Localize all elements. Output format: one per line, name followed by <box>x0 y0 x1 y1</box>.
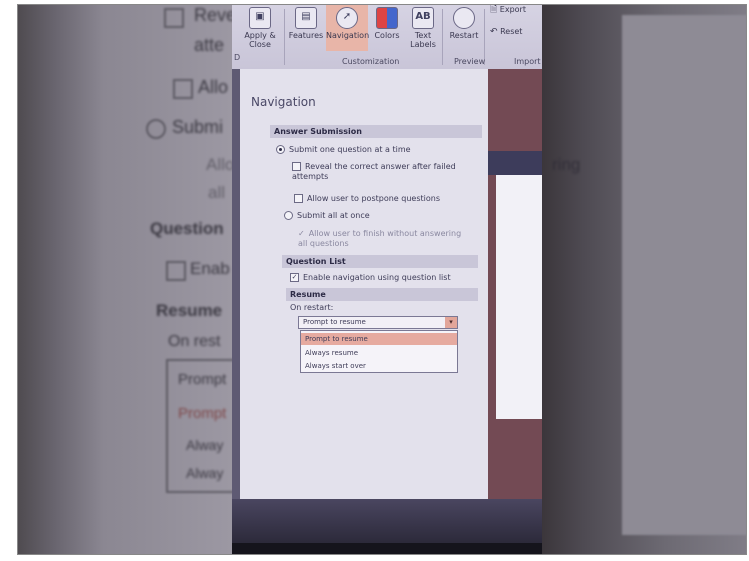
bg-text-prompt: Prompt <box>178 371 227 388</box>
apply-close-button[interactable]: ▣ Apply & Close <box>240 5 280 51</box>
save-icon: ▣ <box>249 7 271 29</box>
taskbar <box>232 543 542 554</box>
colors-label: Colors <box>374 31 400 40</box>
submit-all-option[interactable]: Submit all at once <box>284 211 370 220</box>
on-restart-options-list: Prompt to resume Always resume Always st… <box>300 330 458 373</box>
dropdown-option-prompt[interactable]: Prompt to resume <box>301 333 457 345</box>
reveal-correct-option[interactable]: Reveal the correct answer after failed a… <box>292 162 462 182</box>
bg-radio <box>146 119 166 139</box>
question-list-header: Question List <box>282 255 478 268</box>
reveal-correct-label: Reveal the correct answer after failed a… <box>292 162 456 181</box>
slide-preview-header <box>488 151 542 175</box>
bg-text-submit: Submi <box>172 117 224 137</box>
restart-button[interactable]: Restart <box>446 5 482 51</box>
bg-text-question: Question <box>150 219 224 238</box>
bg-text-enable: Enab <box>190 259 230 278</box>
ribbon-separator <box>442 9 443 65</box>
reset-button[interactable]: ↶ Reset <box>490 27 542 43</box>
apply-close-label: Apply & Close <box>244 31 276 49</box>
reset-icon: ↶ <box>490 27 498 37</box>
restart-icon <box>453 7 475 29</box>
ribbon-toolbar: ▣ Apply & Close ▤ Features ➚ Navigation … <box>232 5 542 69</box>
bg-text-all: all <box>208 183 226 202</box>
allow-postpone-option[interactable]: Allow user to postpone questions <box>294 194 440 203</box>
import-group-label: Import <box>514 57 541 66</box>
allow-postpone-label: Allow user to postpone questions <box>307 194 440 203</box>
on-restart-dropdown[interactable]: Prompt to resume ▾ <box>298 316 458 329</box>
bg-text-prompt-sel: Prompt <box>178 405 227 422</box>
bg-text-ring: ring <box>552 155 581 174</box>
dropdown-selected-value: Prompt to resume <box>303 318 366 326</box>
features-button[interactable]: ▤ Features <box>288 5 324 51</box>
export-label: Export <box>499 5 526 14</box>
panel-title: Navigation <box>251 95 316 109</box>
navigation-label: Navigation <box>326 31 370 40</box>
text-labels-button[interactable]: AB Text Labels <box>406 5 440 51</box>
export-icon: 🗎 <box>490 5 498 15</box>
export-button[interactable]: 🗎 Export <box>490 5 542 23</box>
bg-checkbox <box>164 8 184 28</box>
screenshot-frame: Reve atte Allo Submi Allo all Question E… <box>17 4 747 555</box>
restart-label: Restart <box>449 31 479 40</box>
bg-right-white-panel <box>622 15 746 535</box>
allow-postpone-checkbox[interactable] <box>294 194 303 203</box>
bg-text-always-2: Alway <box>186 465 224 481</box>
bg-text-allow-2: Allo <box>206 155 235 174</box>
preview-group-label: Preview <box>454 57 486 66</box>
text-labels-label: Text Labels <box>410 31 436 49</box>
bg-text-reveal: Reve <box>194 5 237 25</box>
colors-button[interactable]: Colors <box>370 5 404 51</box>
bg-text-on-restart: On rest <box>168 333 221 350</box>
chevron-down-icon[interactable]: ▾ <box>445 317 457 328</box>
submit-all-label: Submit all at once <box>297 211 370 220</box>
dropdown-option-always-resume[interactable]: Always resume <box>301 347 457 359</box>
focused-center-area: ▣ Apply & Close ▤ Features ➚ Navigation … <box>232 5 542 554</box>
bg-checkbox <box>173 79 193 99</box>
compass-icon: ➚ <box>336 7 358 29</box>
submit-one-label: Submit one question at a time <box>289 145 411 154</box>
features-icon: ▤ <box>295 7 317 29</box>
ribbon-separator <box>284 9 285 65</box>
ribbon-group-cut: D <box>234 53 241 62</box>
customization-group-label: Customization <box>342 57 400 66</box>
submit-all-radio[interactable] <box>284 211 293 220</box>
allow-finish-label: Allow user to finish without answering a… <box>298 229 462 248</box>
reveal-correct-checkbox[interactable] <box>292 162 301 171</box>
bg-text-attempts: atte <box>194 35 225 55</box>
features-label: Features <box>288 31 324 40</box>
bg-text-allow: Allo <box>198 77 229 97</box>
submit-one-radio[interactable] <box>276 145 285 154</box>
resume-header: Resume <box>286 288 478 301</box>
enable-nav-label: Enable navigation using question list <box>303 273 451 282</box>
enable-nav-checkbox[interactable]: ✓ <box>290 273 299 282</box>
on-restart-label: On restart: <box>290 303 334 312</box>
check-icon: ✓ <box>298 229 305 238</box>
palette-icon <box>376 7 398 29</box>
text-labels-icon: AB <box>412 7 434 29</box>
bg-checkbox <box>166 261 186 281</box>
navigation-button[interactable]: ➚ Navigation <box>326 5 370 51</box>
enable-nav-option[interactable]: ✓ Enable navigation using question list <box>290 273 451 282</box>
bg-text-resume: Resume <box>156 301 223 320</box>
bg-text-always: Alway <box>186 437 224 453</box>
reset-label: Reset <box>500 27 523 36</box>
submit-one-option[interactable]: Submit one question at a time <box>276 145 411 154</box>
slide-preview <box>496 175 542 419</box>
answer-submission-header: Answer Submission <box>270 125 482 138</box>
allow-finish-option: ✓ Allow user to finish without answering … <box>298 229 468 249</box>
dropdown-option-always-start-over[interactable]: Always start over <box>301 360 457 372</box>
